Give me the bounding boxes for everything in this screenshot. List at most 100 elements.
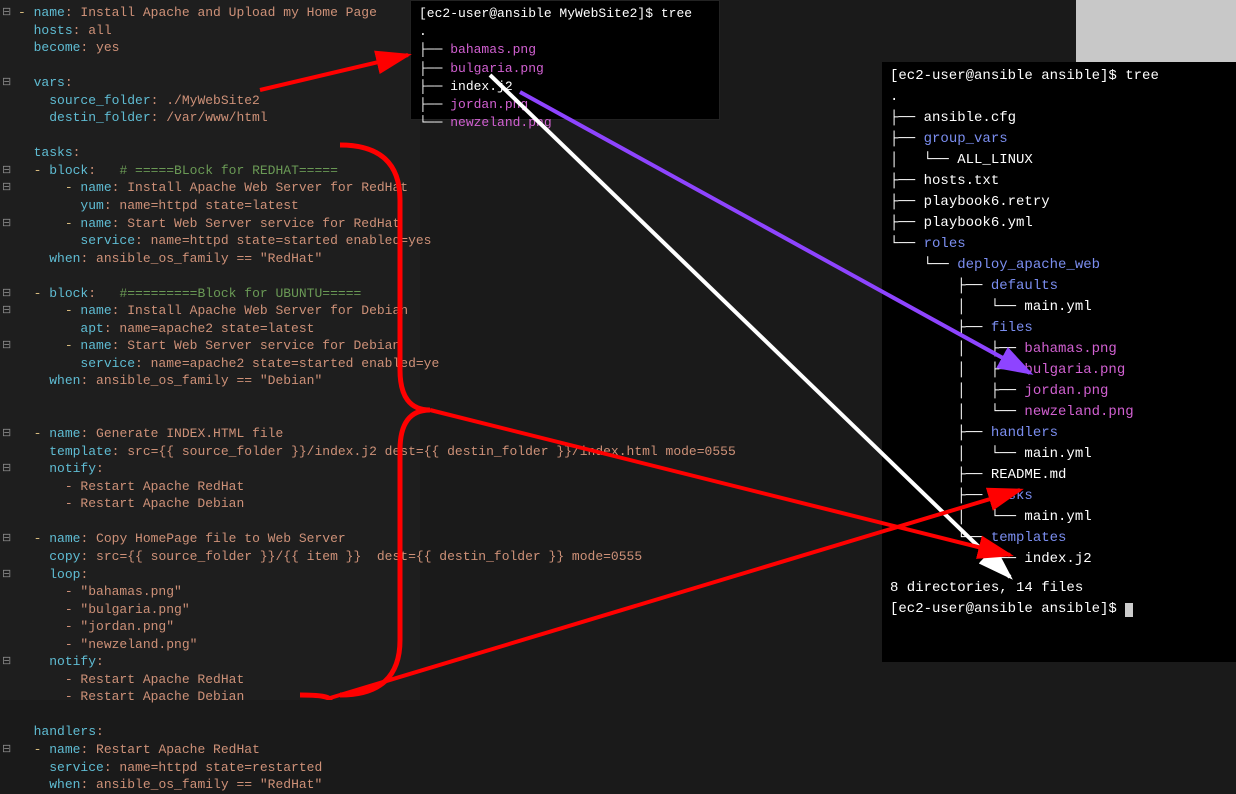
yaml-val: : xyxy=(65,75,73,90)
yaml-dash: - xyxy=(65,216,81,231)
yaml-val: : xyxy=(96,724,104,739)
tree-file: jordan.png xyxy=(450,97,528,112)
yaml-val: : all xyxy=(73,23,112,38)
yaml-val: : Generate INDEX.HTML file xyxy=(80,426,283,441)
tree-dir: templates xyxy=(991,530,1067,546)
yaml-dash: - xyxy=(34,163,50,178)
tree-file: README.md xyxy=(991,467,1067,483)
tree-dir: files xyxy=(991,320,1033,336)
tree-file: main.yml xyxy=(1024,509,1091,525)
yaml-dash: - xyxy=(34,426,50,441)
tree-summary: 8 directories, 14 files xyxy=(890,578,1228,599)
yaml-key: source_folder xyxy=(49,93,150,108)
yaml-val: : ansible_os_family == "RedHat" xyxy=(80,777,322,792)
yaml-key: template xyxy=(49,444,111,459)
tree-file: newzeland.png xyxy=(450,115,551,130)
yaml-key: service xyxy=(49,760,104,775)
fold-icon[interactable]: ⊟ xyxy=(2,532,14,547)
yaml-key: block xyxy=(49,286,88,301)
tree-file: ALL_LINUX xyxy=(957,152,1033,168)
yaml-item: - Restart Apache RedHat xyxy=(65,479,244,494)
tree-dir: deploy_apache_web xyxy=(957,257,1100,273)
yaml-colon: : xyxy=(88,163,119,178)
yaml-val: : src={{ source_folder }}/{{ item }} des… xyxy=(80,549,642,564)
yaml-val: : xyxy=(80,567,88,582)
tree-file: hosts.txt xyxy=(924,173,1000,189)
yaml-item: - Restart Apache Debian xyxy=(65,496,244,511)
yaml-val: : name=httpd state=started enabled=yes xyxy=(135,233,431,248)
yaml-key: destin_folder xyxy=(49,110,150,125)
yaml-colon: : xyxy=(88,286,119,301)
yaml-item: - "bahamas.png" xyxy=(65,584,182,599)
yaml-val: : name=apache2 state=started enabled=ye xyxy=(135,356,439,371)
yaml-key: name xyxy=(80,180,111,195)
yaml-val: : Install Apache and Upload my Home Page xyxy=(65,5,377,20)
yaml-key: when xyxy=(49,251,80,266)
yaml-dash: - xyxy=(34,531,50,546)
fold-icon[interactable]: ⊟ xyxy=(2,339,14,354)
terminal-prompt: [ec2-user@ansible ansible]$ tree xyxy=(890,66,1228,87)
yaml-key: when xyxy=(49,777,80,792)
yaml-key: service xyxy=(80,356,135,371)
yaml-key: become xyxy=(34,40,81,55)
fold-icon[interactable]: ⊟ xyxy=(2,181,14,196)
tree-file: main.yml xyxy=(1024,299,1091,315)
tree-file: index.j2 xyxy=(450,79,512,94)
scroll-stub xyxy=(1076,0,1236,62)
yaml-item: - "newzeland.png" xyxy=(65,637,198,652)
yaml-val: : name=httpd state=restarted xyxy=(104,760,322,775)
tree-file: bahamas.png xyxy=(1024,341,1116,357)
yaml-key: handlers xyxy=(34,724,96,739)
yaml-key: loop xyxy=(49,567,80,582)
yaml-key: service xyxy=(80,233,135,248)
yaml-val: : /var/www/html xyxy=(151,110,268,125)
tree-root: . xyxy=(890,87,1228,108)
tree-file: ansible.cfg xyxy=(924,110,1016,126)
yaml-val: : name=apache2 state=latest xyxy=(104,321,315,336)
yaml-key: name xyxy=(80,216,111,231)
yaml-comment: #=========Block for UBUNTU===== xyxy=(119,286,361,301)
tree-dir: tasks xyxy=(991,488,1033,504)
fold-icon[interactable]: ⊟ xyxy=(2,427,14,442)
yaml-key: yum xyxy=(80,198,103,213)
fold-icon[interactable]: ⊟ xyxy=(2,655,14,670)
yaml-key: vars xyxy=(34,75,65,90)
fold-icon[interactable]: ⊟ xyxy=(2,462,14,477)
tree-file: jordan.png xyxy=(1024,383,1108,399)
tree-dir: group_vars xyxy=(924,131,1008,147)
tree-file: bahamas.png xyxy=(450,42,536,57)
code-editor[interactable]: ⊟ - name : Install Apache and Upload my Ho… xyxy=(0,0,420,700)
fold-icon[interactable]: ⊟ xyxy=(2,287,14,302)
yaml-val: : Start Web Server service for Debian xyxy=(112,338,401,353)
yaml-val: : Restart Apache RedHat xyxy=(80,742,259,757)
tree-file: bulgaria.png xyxy=(450,61,544,76)
fold-icon[interactable]: ⊟ xyxy=(2,6,14,21)
yaml-val: : name=httpd state=latest xyxy=(104,198,299,213)
fold-icon[interactable]: ⊟ xyxy=(2,743,14,758)
tree-dir: handlers xyxy=(991,425,1058,441)
yaml-val: : Start Web Server service for RedHat xyxy=(112,216,401,231)
tree-file: index.j2 xyxy=(1024,551,1091,567)
fold-icon[interactable]: ⊟ xyxy=(2,568,14,583)
tree-file: playbook6.retry xyxy=(924,194,1050,210)
yaml-val: : ansible_os_family == "Debian" xyxy=(80,373,322,388)
tree-file: playbook6.yml xyxy=(924,215,1033,231)
yaml-dash: - xyxy=(34,742,50,757)
yaml-val: : Install Apache Web Server for Debian xyxy=(112,303,408,318)
yaml-key: name xyxy=(49,742,80,757)
fold-icon[interactable]: ⊟ xyxy=(2,304,14,319)
cursor-icon xyxy=(1125,603,1133,617)
terminal-ansible[interactable]: [ec2-user@ansible ansible]$ tree . ├── a… xyxy=(882,62,1236,662)
yaml-val: : Copy HomePage file to Web Server xyxy=(80,531,345,546)
yaml-val: : Install Apache Web Server for RedHat xyxy=(112,180,408,195)
yaml-key: name xyxy=(49,426,80,441)
fold-icon[interactable]: ⊟ xyxy=(2,76,14,91)
yaml-key: notify xyxy=(49,654,96,669)
yaml-dash: - xyxy=(34,286,50,301)
terminal-mywebsite2[interactable]: [ec2-user@ansible MyWebSite2]$ tree . ├─… xyxy=(410,0,720,120)
yaml-dash: - xyxy=(65,338,81,353)
fold-icon[interactable]: ⊟ xyxy=(2,164,14,179)
tree-root: . xyxy=(419,23,711,41)
fold-icon[interactable]: ⊟ xyxy=(2,217,14,232)
yaml-item: - "jordan.png" xyxy=(65,619,174,634)
